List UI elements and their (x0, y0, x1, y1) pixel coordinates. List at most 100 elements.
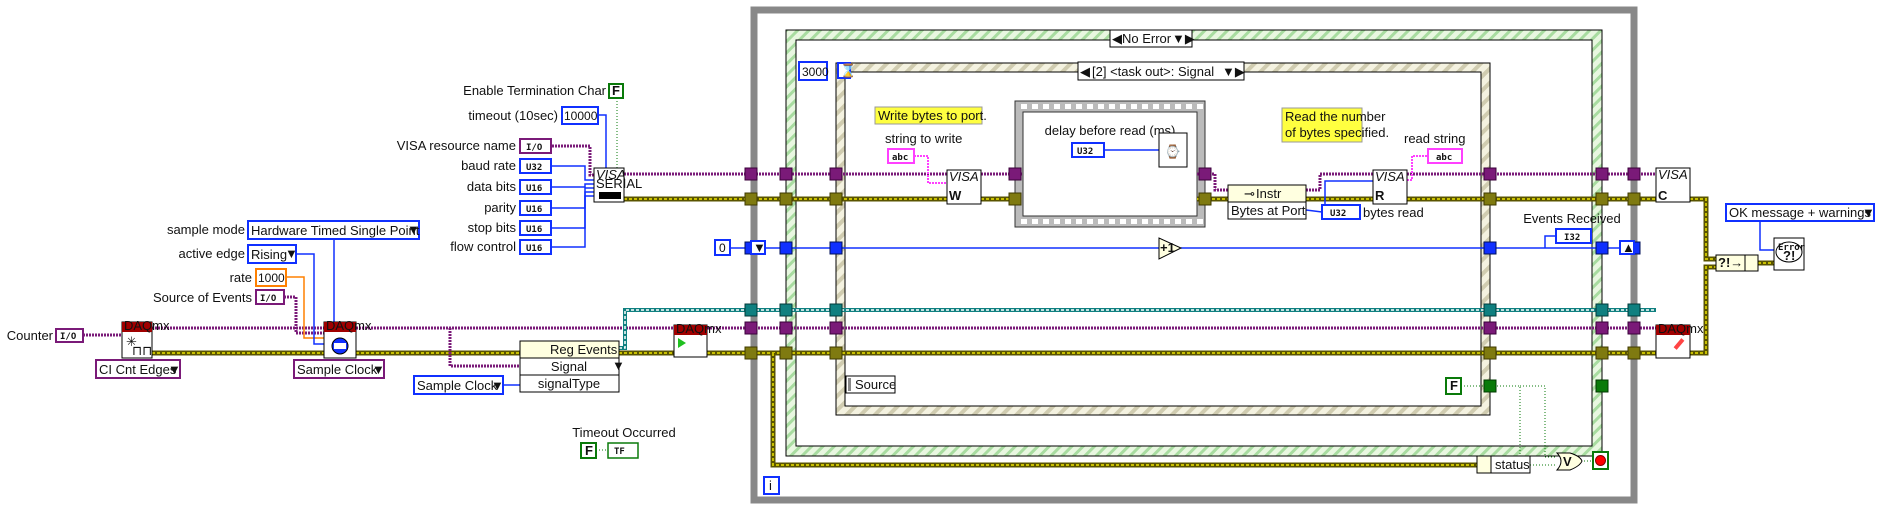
tunnel (1627, 167, 1641, 181)
tunnel (829, 241, 843, 255)
svg-text:▲: ▲ (1622, 240, 1635, 255)
serial-param-3[interactable]: stop bits U16 (468, 220, 552, 236)
rate-constant[interactable]: 1000 (255, 268, 287, 287)
timeout-constant[interactable]: 10000 (561, 106, 599, 125)
stop-button-terminal[interactable] (1592, 451, 1609, 470)
event-selector[interactable]: [2] <task out>: Signal ◀ ▼▶ (1077, 61, 1245, 81)
iteration-terminal: i (763, 476, 780, 495)
svg-text:▼: ▼ (1862, 205, 1875, 220)
wait-ms-node[interactable]: ⌚ (1158, 132, 1188, 168)
serial-param-4[interactable]: flow control U16 (450, 239, 552, 255)
tunnel (1627, 346, 1641, 360)
svg-text:▼: ▼ (168, 362, 181, 377)
visa-close-node[interactable]: VISA C (1655, 167, 1691, 203)
status-unbundle[interactable]: status (1476, 455, 1531, 474)
svg-text:VISA: VISA (949, 169, 979, 184)
key-icon: ⊸ (1244, 186, 1255, 201)
timeout-occurred-constant[interactable]: F (580, 442, 597, 459)
numeric-wire (552, 183, 594, 188)
case-selector[interactable]: No Error ◀ ▼▶ (1109, 29, 1195, 48)
delay-constant[interactable]: U32 (1071, 142, 1105, 158)
counter-constant[interactable]: I/O (55, 328, 84, 343)
property-node[interactable]: Instr ⊸ Bytes at Port (1227, 184, 1307, 220)
serial-param-label: flow control (450, 239, 516, 254)
svg-text:▼▶: ▼▶ (1172, 31, 1195, 46)
numeric-wire (1759, 221, 1774, 251)
active-edge-label: active edge (179, 246, 246, 261)
svg-text:⌛: ⌛ (840, 63, 856, 78)
tunnel (744, 346, 758, 360)
svg-text:Write bytes to port.: Write bytes to port. (878, 108, 987, 123)
active-edge-ring[interactable]: Rising▼ (247, 244, 298, 264)
svg-text:◀: ◀ (1112, 31, 1122, 46)
delay-label: delay before read (ms) (1045, 123, 1176, 138)
numeric-wire (552, 195, 594, 248)
svg-text:I/O: I/O (260, 294, 277, 304)
tunnel (1627, 192, 1641, 206)
reg-events-node[interactable]: Reg Events Signal ▼ signalType (519, 340, 625, 393)
svg-text:⊓⊓: ⊓⊓ (132, 343, 152, 358)
svg-text:Bytes at Port: Bytes at Port (1231, 203, 1306, 218)
reg-events-ring[interactable]: Sample Clock▼ (413, 375, 504, 395)
hourglass-icon: ⌛ (837, 62, 856, 79)
enable-termination-label: Enable Termination Char (463, 83, 607, 98)
error-wire (1690, 264, 1716, 356)
svg-text:DAQmx: DAQmx (1658, 321, 1704, 336)
serial-param-2[interactable]: parity U16 (484, 200, 552, 216)
svg-text:V: V (1563, 454, 1572, 469)
numeric-wire (552, 187, 594, 209)
tunnel (779, 167, 793, 181)
event-timeout-constant[interactable]: 3000 (798, 61, 829, 81)
svg-text:Hardware Timed Single Point: Hardware Timed Single Point (251, 223, 420, 238)
timeout-occurred-label: Timeout Occurred (572, 425, 676, 440)
event-selector-label: [2] <task out>: Signal (1092, 64, 1214, 79)
stop-false-constant[interactable]: F (1445, 377, 1462, 395)
svg-text:I32: I32 (1564, 233, 1580, 243)
visa-read-node[interactable]: VISA R (1372, 169, 1408, 205)
merge-errors-node[interactable]: ?!→ (1715, 254, 1759, 272)
svg-text:10000: 10000 (564, 109, 598, 123)
enable-termination-constant[interactable]: F (608, 83, 624, 99)
source-of-events-constant[interactable]: I/O (255, 289, 285, 305)
block-diagram: No Error ◀ ▼▶ [2] <task out>: Signal ◀ ▼▶ … (7, 6, 1875, 504)
tunnel (829, 167, 843, 181)
serial-param-label: baud rate (461, 158, 516, 173)
tunnel (1595, 192, 1609, 206)
tunnel (829, 303, 843, 317)
svg-text:TF: TF (614, 447, 625, 457)
create-channel-ring[interactable]: CI Cnt Edges▼ (95, 359, 181, 379)
sample-mode-ring[interactable]: Hardware Timed Single Point▼ (247, 220, 420, 240)
watch-icon: ⌚ (1165, 144, 1181, 159)
svg-text:F: F (1450, 378, 1458, 393)
serial-param-0[interactable]: baud rate U32 (461, 158, 552, 174)
svg-text:Source: Source (855, 377, 896, 392)
tunnel (1595, 379, 1609, 393)
shift-register-left[interactable]: ▼ (750, 240, 766, 255)
tunnel (744, 321, 758, 335)
visa-write-node[interactable]: VISA W (946, 169, 982, 205)
svg-text:DAQmx: DAQmx (676, 321, 722, 336)
svg-text:of bytes specified.: of bytes specified. (1285, 125, 1389, 140)
svg-text:Sample Clock: Sample Clock (297, 362, 378, 377)
error-handler-node[interactable]: Error ?! (1773, 237, 1806, 271)
string-to-write-constant[interactable]: abc (887, 148, 915, 164)
sample-mode-label: sample mode (167, 222, 245, 237)
svg-text:signalType: signalType (538, 376, 600, 391)
svg-text:?!: ?! (1783, 248, 1795, 263)
tunnel (829, 346, 843, 360)
visa-resource-constant[interactable]: I/O (519, 138, 552, 154)
bytes-read-indicator: U32 (1321, 204, 1361, 220)
svg-text:Rising: Rising (251, 247, 287, 262)
svg-text:?!→: ?!→ (1718, 255, 1743, 270)
tunnel (779, 346, 793, 360)
serial-param-type: U16 (526, 225, 542, 235)
serial-param-1[interactable]: data bits U16 (467, 179, 552, 195)
timing-ring[interactable]: Sample Clock▼ (293, 359, 385, 379)
events-received-label: Events Received (1523, 211, 1621, 226)
tunnel (1627, 321, 1641, 335)
shift-register-right[interactable]: ▲ (1619, 240, 1635, 255)
init-count-constant[interactable]: 0 (714, 239, 731, 256)
bytes-read-label: bytes read (1363, 205, 1424, 220)
error-severity-ring[interactable]: OK message + warnings▼ (1725, 203, 1875, 222)
svg-text:Reg Events: Reg Events (550, 342, 618, 357)
